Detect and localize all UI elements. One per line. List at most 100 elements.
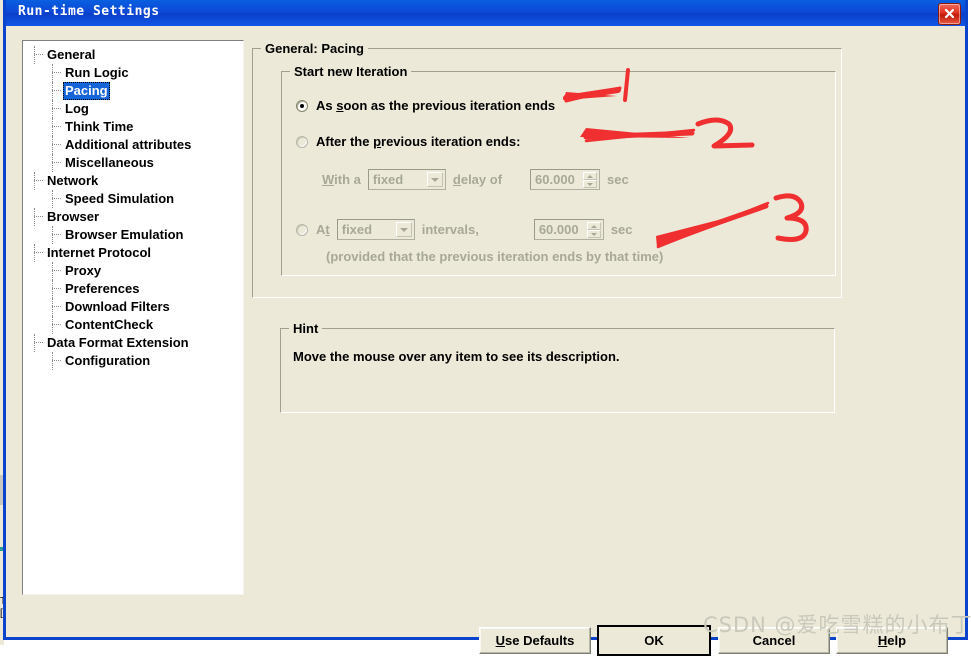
- radio-row-after-previous[interactable]: After the previous iteration ends:: [296, 134, 520, 149]
- tree-item-label: Data Format Extension: [47, 335, 189, 350]
- hint-text: Move the mouse over any item to see its …: [293, 349, 620, 364]
- tree-hook: [34, 342, 43, 344]
- tree-item-label: Log: [65, 101, 89, 116]
- spinner-buttons[interactable]: [583, 172, 598, 188]
- tree-hook: [34, 216, 43, 218]
- radio-after-previous[interactable]: [296, 135, 308, 148]
- radio-row-as-soon-as[interactable]: As soon as the previous iteration ends: [296, 98, 555, 113]
- tree-item-additional-attributes[interactable]: Additional attributes: [23, 136, 243, 154]
- pacing-groupbox: General: Pacing Start new Iteration As s…: [252, 41, 842, 298]
- chevron-down-icon[interactable]: [426, 172, 443, 187]
- tree-item-contentcheck[interactable]: ContentCheck: [23, 316, 243, 334]
- tree-item-general[interactable]: General: [23, 46, 243, 64]
- settings-tree-panel[interactable]: General Run Logic Pacing Log Think Time Addit…: [22, 40, 244, 595]
- delay-mode-value: fixed: [372, 172, 404, 187]
- tree-item-label: Think Time: [65, 119, 134, 134]
- radio-label-at: At: [316, 222, 330, 237]
- tree-hook: [52, 162, 61, 164]
- dialog-button-row: Use Defaults OK Cancel Help: [6, 601, 965, 656]
- help-button[interactable]: Help: [836, 627, 948, 654]
- tree-hook: [52, 270, 61, 272]
- chevron-down-icon[interactable]: [395, 222, 412, 237]
- interval-value-spinner[interactable]: 60.000: [533, 219, 604, 240]
- close-icon[interactable]: [938, 3, 961, 25]
- intervals-label: intervals,: [421, 222, 479, 237]
- tree-item-browser[interactable]: Browser: [23, 208, 243, 226]
- tree-hook: [34, 54, 43, 56]
- tree-hook: [52, 144, 61, 146]
- ok-button[interactable]: OK: [597, 625, 711, 656]
- interval-unit-label: sec: [610, 222, 633, 237]
- title-bar[interactable]: Run-time Settings: [6, 0, 965, 26]
- interval-value: 60.000: [538, 222, 579, 237]
- tree-item-speed-simulation[interactable]: Speed Simulation: [23, 190, 243, 208]
- tree-hook: [34, 252, 43, 254]
- tree-item-browser-emulation[interactable]: Browser Emulation: [23, 226, 243, 244]
- tree-item-label: Internet Protocol: [47, 245, 152, 260]
- delay-value: 60.000: [535, 172, 575, 187]
- delay-value-spinner[interactable]: 60.000: [530, 169, 601, 190]
- hint-groupbox: Hint Move the mouse over any item to see…: [280, 321, 835, 413]
- delay-row: With a fixed delay of 60.000 sec: [322, 169, 629, 190]
- use-defaults-button[interactable]: Use Defaults: [479, 627, 591, 654]
- tree-hook: [52, 126, 61, 128]
- tree-item-label: Browser: [47, 209, 100, 224]
- interval-mode-combobox[interactable]: fixed: [336, 219, 415, 240]
- spinner-up-icon[interactable]: [583, 172, 598, 180]
- radio-label-as-soon-as: As soon as the previous iteration ends: [316, 98, 556, 113]
- tree-item-label: ContentCheck: [65, 317, 154, 332]
- spinner-buttons[interactable]: [586, 222, 601, 238]
- tree-item-proxy[interactable]: Proxy: [23, 262, 243, 280]
- at-intervals-row[interactable]: At fixed intervals, 60.000 sec: [296, 219, 633, 240]
- tree-item-label: Download Filters: [65, 299, 170, 314]
- tree-item-pacing[interactable]: Pacing: [23, 82, 243, 100]
- tree-hook: [52, 198, 61, 200]
- tree-hook: [52, 72, 61, 74]
- run-time-settings-dialog: Run-time Settings General Run Logic Pacing…: [3, 0, 968, 656]
- window-title: Run-time Settings: [18, 4, 160, 19]
- spinner-down-icon[interactable]: [583, 180, 598, 188]
- tree-item-think-time[interactable]: Think Time: [23, 118, 243, 136]
- tree-item-network[interactable]: Network: [23, 172, 243, 190]
- radio-label-after-previous: After the previous iteration ends:: [316, 134, 521, 149]
- tree-hook: [52, 90, 61, 92]
- delay-mode-combobox[interactable]: fixed: [367, 169, 446, 190]
- tree-item-log[interactable]: Log: [23, 100, 243, 118]
- tree-item-run-logic[interactable]: Run Logic: [23, 64, 243, 82]
- spinner-down-icon[interactable]: [586, 230, 601, 238]
- tree-item-label: Network: [47, 173, 99, 188]
- tree-item-label: Pacing: [63, 82, 110, 100]
- tree-item-label: General: [47, 47, 96, 62]
- radio-as-soon-as[interactable]: [296, 99, 308, 112]
- interval-mode-value: fixed: [341, 222, 373, 237]
- at-intervals-note-row: (provided that the previous iteration en…: [326, 249, 663, 264]
- tree-item-label: Miscellaneous: [65, 155, 154, 170]
- tree-item-download-filters[interactable]: Download Filters: [23, 298, 243, 316]
- radio-at-intervals[interactable]: [296, 223, 308, 236]
- tree-item-internet-protocol[interactable]: Internet Protocol: [23, 244, 243, 262]
- tree-hook: [52, 324, 61, 326]
- tree-item-miscellaneous[interactable]: Miscellaneous: [23, 154, 243, 172]
- tree-item-label: Additional attributes: [65, 137, 192, 152]
- tree-item-preferences[interactable]: Preferences: [23, 280, 243, 298]
- settings-detail-pane: General: Pacing Start new Iteration As s…: [252, 40, 952, 595]
- at-intervals-note: (provided that the previous iteration en…: [326, 249, 664, 264]
- tree-item-label: Preferences: [65, 281, 140, 296]
- tree-item-data-format-extension[interactable]: Data Format Extension: [23, 334, 243, 352]
- pacing-group-label: General: Pacing: [261, 41, 368, 56]
- cancel-button[interactable]: Cancel: [718, 627, 830, 654]
- tree-item-label: Browser Emulation: [65, 227, 184, 242]
- tree-hook: [52, 306, 61, 308]
- delay-unit-label: sec: [607, 172, 629, 187]
- delay-of-label: delay of: [452, 172, 503, 187]
- tree-hook: [52, 360, 61, 362]
- tree-hook: [52, 288, 61, 290]
- tree-item-label: Speed Simulation: [65, 191, 175, 206]
- tree-hook: [52, 234, 61, 236]
- with-a-label: With a: [322, 172, 361, 187]
- tree-hook: [34, 180, 43, 182]
- tree-item-configuration[interactable]: Configuration: [23, 352, 243, 370]
- spinner-up-icon[interactable]: [586, 222, 601, 230]
- tree-hook: [52, 108, 61, 110]
- hint-group-label: Hint: [289, 321, 323, 336]
